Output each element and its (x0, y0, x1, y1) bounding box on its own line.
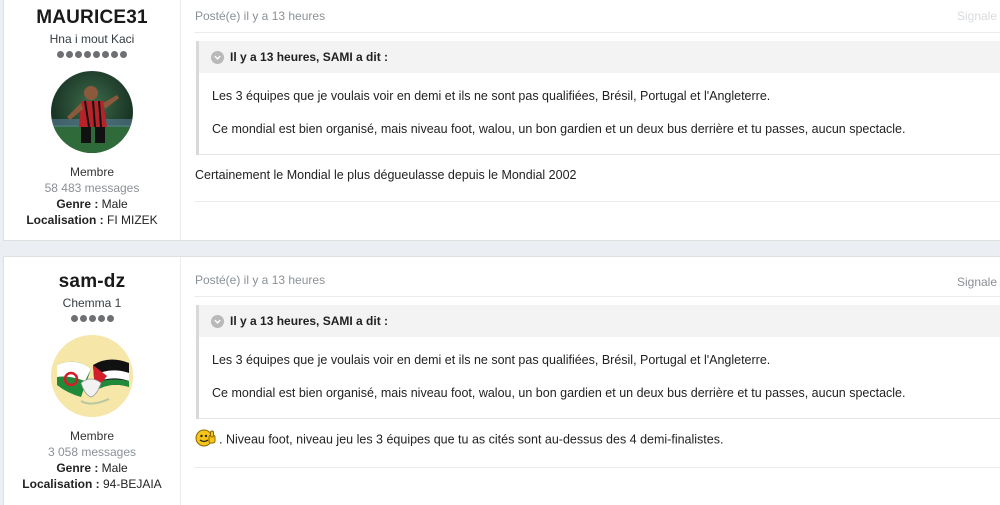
rank-pip (97, 314, 105, 322)
member-group: Membre (69, 165, 114, 179)
message-count[interactable]: 3 058 messages (4, 444, 180, 460)
quote-header[interactable]: Il y a 13 heures, SAMI a dit : (199, 41, 1000, 73)
quote-header[interactable]: Il y a 13 heures, SAMI a dit : (199, 305, 1000, 337)
rank-pip (111, 50, 118, 58)
rank-pips (4, 49, 180, 59)
gender-field: Genre : Male (4, 460, 180, 476)
post-content: Posté(e) il y a 13 heures Signale Il y a… (194, 257, 1000, 505)
location-field: Localisation : FI MIZEK (4, 212, 180, 228)
post-meta: Posté(e) il y a 13 heures Signale (194, 257, 1000, 297)
member-group: Membre (69, 429, 114, 443)
gender-label: Genre : (56, 197, 99, 211)
rank-pip (102, 50, 109, 58)
post-body-text: Certainement le Mondial le plus dégueula… (195, 168, 577, 182)
rank-pip (120, 50, 127, 58)
location-field: Localisation : 94-BEJAIA (4, 476, 180, 492)
location-label: Localisation : (22, 477, 100, 491)
quote-paragraph: Ce mondial est bien organisé, mais nivea… (212, 386, 906, 400)
author-panel: sam-dz Chemma 1 Membre 3 058 messages Ge… (4, 257, 181, 505)
author-name[interactable]: sam-dz (4, 271, 180, 293)
quote-header-text: Il y a 13 heures, SAMI a dit : (230, 50, 389, 64)
author-name[interactable]: MAURICE31 (4, 7, 180, 29)
rank-pip (88, 314, 96, 322)
rank-pip (93, 50, 100, 58)
location-label: Localisation : (26, 213, 104, 227)
rank-pip (79, 314, 87, 322)
quote-block: Il y a 13 heures, SAMI a dit : Les 3 équ… (196, 305, 1000, 419)
quote-paragraph: Ce mondial est bien organisé, mais nivea… (212, 122, 906, 136)
rank-pip (106, 314, 114, 322)
author-panel: MAURICE31 Hna i mout Kaci Membre 58 483 … (4, 0, 181, 240)
quote-paragraph: Les 3 équipes que je voulais voir en dem… (212, 353, 771, 367)
quote-body: Les 3 équipes que je voulais voir en dem… (199, 73, 1000, 155)
post-divider (194, 467, 1000, 468)
chevron-down-icon[interactable] (211, 314, 224, 328)
rank-pip (75, 50, 82, 58)
rank-pip (66, 50, 73, 58)
post-divider (194, 201, 1000, 202)
report-link[interactable]: Signale (957, 275, 997, 289)
rank-pip (70, 314, 78, 322)
author-title: Hna i mout Kaci (49, 32, 135, 46)
rank-pip (84, 50, 91, 58)
posted-time[interactable]: Posté(e) il y a 13 heures (195, 9, 325, 23)
report-link[interactable]: Signale (957, 9, 997, 23)
quote-paragraph: Les 3 équipes que je voulais voir en dem… (212, 89, 771, 103)
quote-block: Il y a 13 heures, SAMI a dit : Les 3 équ… (196, 41, 1000, 155)
author-title: Chemma 1 (62, 296, 122, 310)
message-count[interactable]: 58 483 messages (4, 180, 180, 196)
quote-body: Les 3 équipes que je voulais voir en dem… (199, 337, 1000, 419)
location-value: FI MIZEK (107, 213, 158, 227)
post-body-text: . Niveau foot, niveau jeu les 3 équipes … (219, 432, 724, 447)
forum-post: sam-dz Chemma 1 Membre 3 058 messages Ge… (3, 256, 1000, 505)
post-body: . Niveau foot, niveau jeu les 3 équipes … (195, 429, 1000, 451)
gender-value: Male (101, 197, 128, 211)
quote-header-text: Il y a 13 heures, SAMI a dit : (230, 314, 389, 328)
rank-pip (57, 50, 64, 58)
avatar-image (51, 335, 133, 417)
location-value: 94-BEJAIA (102, 477, 162, 491)
gender-label: Genre : (56, 461, 99, 475)
avatar[interactable] (51, 71, 133, 153)
post-meta: Posté(e) il y a 13 heures Signale (194, 0, 1000, 33)
thumbs-up-smiley-icon (195, 429, 217, 451)
avatar-image (51, 71, 133, 153)
chevron-down-icon[interactable] (211, 50, 224, 64)
forum-post: MAURICE31 Hna i mout Kaci Membre 58 483 … (3, 0, 1000, 241)
post-content: Posté(e) il y a 13 heures Signale Il y a… (194, 0, 1000, 240)
rank-pips (4, 313, 180, 323)
avatar[interactable] (51, 335, 133, 417)
gender-field: Genre : Male (4, 196, 180, 212)
gender-value: Male (101, 461, 128, 475)
posted-time[interactable]: Posté(e) il y a 13 heures (195, 273, 325, 287)
